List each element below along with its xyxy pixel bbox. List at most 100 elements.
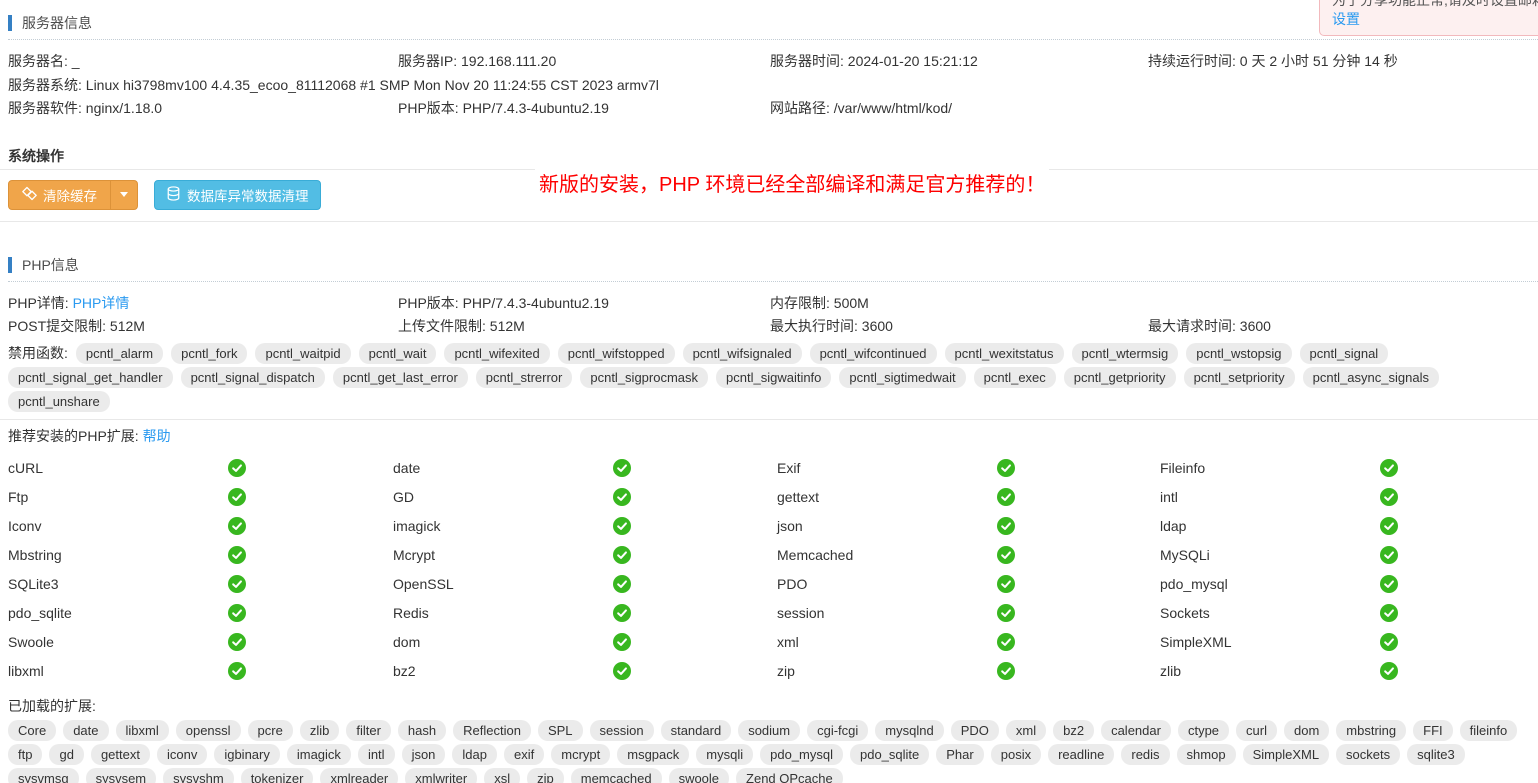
extension-name: Mbstring: [8, 547, 228, 563]
disabled-function-pill: pcntl_waitpid: [255, 343, 350, 364]
green-check-circle-icon: [997, 546, 1015, 564]
disabled-function-pill: pcntl_setpriority: [1184, 367, 1295, 388]
settings-link[interactable]: 设置: [1332, 11, 1360, 27]
disabled-function-pill: pcntl_unshare: [8, 391, 110, 412]
extension-status-row: Exif: [769, 459, 1152, 477]
loaded-extension-pill: libxml: [116, 720, 169, 741]
green-check-circle-icon: [228, 575, 246, 593]
server-info-grid: 服务器名: _ 服务器IP: 192.168.111.20 服务器时间: 202…: [8, 50, 1538, 121]
extension-name: ldap: [1160, 518, 1380, 534]
extension-name: intl: [1160, 489, 1380, 505]
divider: [0, 419, 1538, 420]
database-icon: [166, 186, 181, 204]
loaded-extension-pill: mbstring: [1336, 720, 1406, 741]
max-exec-time-field: 最大执行时间: 3600: [770, 315, 1148, 339]
extension-status-row: dom: [385, 633, 769, 651]
loaded-extensions-list: Core date libxml openssl pcre zlib filte…: [8, 720, 1538, 783]
loaded-extension-pill: xml: [1006, 720, 1046, 741]
extension-name: zlib: [1160, 663, 1380, 679]
loaded-extension-pill: PDO: [951, 720, 999, 741]
extension-status-row: intl: [1152, 488, 1538, 506]
php-detail-link[interactable]: PHP详情: [73, 295, 130, 311]
server-php-version-field: PHP版本: PHP/7.4.3-4ubuntu2.19: [398, 97, 770, 121]
extension-status-row: Sockets: [1152, 604, 1538, 622]
disabled-function-pill: pcntl_alarm: [76, 343, 163, 364]
disabled-function-pill: pcntl_sigwaitinfo: [716, 367, 831, 388]
green-check-circle-icon: [1380, 575, 1398, 593]
help-link[interactable]: 帮助: [143, 428, 171, 444]
disabled-function-pill: pcntl_signal_dispatch: [181, 367, 325, 388]
php-section-header: PHP信息: [8, 256, 1538, 274]
green-check-circle-icon: [613, 604, 631, 622]
extension-name: zip: [777, 663, 997, 679]
loaded-extension-pill: SimpleXML: [1243, 744, 1329, 765]
disabled-function-pill: pcntl_signal: [1300, 343, 1389, 364]
loaded-extension-pill: calendar: [1101, 720, 1171, 741]
clear-cache-button[interactable]: 清除缓存: [9, 181, 110, 209]
disabled-function-pill: pcntl_fork: [171, 343, 247, 364]
extension-status-row: Redis: [385, 604, 769, 622]
dotted-divider: [8, 281, 1538, 282]
loaded-extension-pill: tokenizer: [241, 768, 314, 783]
loaded-extension-pill: pdo_mysql: [760, 744, 843, 765]
extension-status-row: Mcrypt: [385, 546, 769, 564]
recommended-extensions-label: 推荐安装的PHP扩展: 帮助: [8, 426, 1538, 446]
extension-name: PDO: [777, 576, 997, 592]
notification-settings-line: 设置: [1332, 10, 1538, 29]
loaded-extension-pill: xmlwriter: [405, 768, 477, 783]
green-check-circle-icon: [228, 517, 246, 535]
extension-status-row: ldap: [1152, 517, 1538, 535]
clear-cache-split-button[interactable]: 清除缓存: [8, 180, 138, 210]
server-time-field: 服务器时间: 2024-01-20 15:21:12: [770, 50, 1148, 74]
loaded-extension-pill: sysvshm: [163, 768, 234, 783]
extension-name: gettext: [777, 489, 997, 505]
extension-name: session: [777, 605, 997, 621]
green-check-circle-icon: [997, 488, 1015, 506]
loaded-extension-pill: sqlite3: [1407, 744, 1465, 765]
disabled-function-pill: pcntl_wstopsig: [1186, 343, 1291, 364]
loaded-extension-pill: intl: [358, 744, 395, 765]
loaded-extension-pill: date: [63, 720, 108, 741]
loaded-extension-pill: openssl: [176, 720, 241, 741]
extension-status-row: zip: [769, 662, 1152, 680]
extension-name: pdo_mysql: [1160, 576, 1380, 592]
extension-status-row: MySQLi: [1152, 546, 1538, 564]
loaded-extension-pill: ldap: [452, 744, 497, 765]
green-check-circle-icon: [613, 546, 631, 564]
extension-status-row: Iconv: [0, 517, 385, 535]
red-annotation-text: 新版的安装，PHP 环境已经全部编译和满足官方推荐的！: [535, 168, 1049, 197]
server-system-field: 服务器系统: Linux hi3798mv100 4.4.35_ecoo_811…: [8, 74, 1538, 98]
loaded-extension-pill: memcached: [571, 768, 662, 783]
loaded-extension-pill: sysvsem: [86, 768, 157, 783]
db-clean-button[interactable]: 数据库异常数据清理: [154, 180, 321, 210]
section-accent-bar: [8, 15, 12, 31]
extension-name: dom: [393, 634, 613, 650]
loaded-extension-pill: mcrypt: [551, 744, 610, 765]
disabled-function-pill: pcntl_get_last_error: [333, 367, 468, 388]
extension-name: libxml: [8, 663, 228, 679]
extension-status-row: zlib: [1152, 662, 1538, 680]
section-accent-bar: [8, 257, 12, 273]
extension-name: Memcached: [777, 547, 997, 563]
extension-status-row: bz2: [385, 662, 769, 680]
php-version-field: PHP版本: PHP/7.4.3-4ubuntu2.19: [398, 292, 770, 316]
green-check-circle-icon: [613, 662, 631, 680]
server-section-header: 服务器信息: [8, 14, 1538, 32]
green-check-circle-icon: [997, 633, 1015, 651]
green-check-circle-icon: [228, 546, 246, 564]
extension-name: json: [777, 518, 997, 534]
system-ops-title: 系统操作: [8, 146, 1538, 166]
extension-name: Exif: [777, 460, 997, 476]
green-check-circle-icon: [1380, 604, 1398, 622]
clean-wipe-icon: [22, 186, 37, 204]
clear-cache-dropdown-toggle[interactable]: [110, 181, 137, 209]
disabled-function-pill: pcntl_signal_get_handler: [8, 367, 173, 388]
clear-cache-label: 清除缓存: [43, 185, 97, 205]
memory-limit-field: 内存限制: 500M: [770, 292, 1148, 316]
server-section-title: 服务器信息: [22, 13, 92, 33]
loaded-extension-pill: ctype: [1178, 720, 1229, 741]
disabled-function-pill: pcntl_wait: [359, 343, 437, 364]
extension-name: OpenSSL: [393, 576, 613, 592]
loaded-extension-pill: bz2: [1053, 720, 1094, 741]
loaded-extension-pill: zip: [527, 768, 564, 783]
